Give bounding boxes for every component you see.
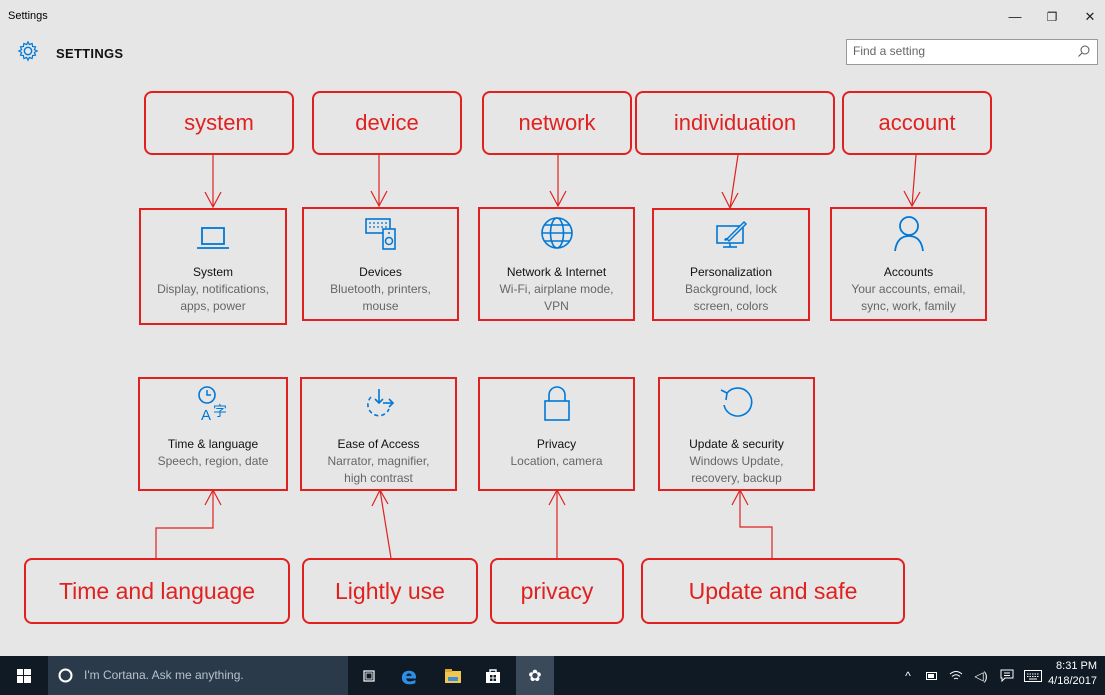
- tile-description: VPN: [544, 299, 569, 313]
- edge-icon[interactable]: e: [392, 656, 426, 695]
- tile-title: Privacy: [536, 437, 577, 451]
- start-button[interactable]: [0, 656, 48, 695]
- annotation-account: account: [842, 91, 992, 155]
- tile-description: Display, notifications,: [157, 282, 269, 296]
- tile-description: Narrator, magnifier,: [327, 454, 430, 468]
- tile-description: Speech, region, date: [157, 454, 269, 468]
- svg-text:字: 字: [213, 404, 227, 420]
- tile-description: Wi-Fi, airplane mode,: [499, 282, 614, 296]
- tile-update-security[interactable]: Update & security Windows Update, recove…: [658, 377, 815, 491]
- tile-title: Network & Internet: [506, 265, 607, 279]
- tile-description: high contrast: [344, 471, 413, 485]
- keyboard-speaker-icon: [364, 218, 396, 250]
- ease-of-access-icon: [366, 389, 394, 417]
- task-view-icon[interactable]: [354, 656, 384, 695]
- tile-personalization[interactable]: Personalization Background, lock screen,…: [652, 208, 810, 321]
- tile-title: Personalization: [689, 265, 773, 279]
- tile-title: Accounts: [883, 265, 934, 279]
- annotation-network: network: [482, 91, 632, 155]
- tile-title: Update & security: [689, 437, 784, 451]
- svg-text:A: A: [201, 407, 211, 423]
- tile-title: System: [192, 265, 233, 279]
- tile-title: Time & language: [167, 437, 259, 451]
- keyboard-icon[interactable]: [1020, 656, 1046, 695]
- tile-devices[interactable]: Devices Bluetooth, printers, mouse: [302, 207, 459, 321]
- store-icon[interactable]: [476, 656, 510, 695]
- annotation-lightly-use: Lightly use: [302, 558, 478, 624]
- tile-description: screen, colors: [693, 299, 769, 313]
- tile-description: apps, power: [180, 299, 246, 313]
- tile-description: Bluetooth, printers,: [330, 282, 431, 296]
- clock-time: 8:31 PM: [1056, 660, 1097, 672]
- tile-description: recovery, backup: [691, 471, 782, 485]
- file-explorer-icon[interactable]: [436, 656, 470, 695]
- tile-privacy[interactable]: Privacy Location, camera: [478, 377, 635, 491]
- battery-icon[interactable]: [922, 656, 942, 695]
- time-language-icon: A 字: [198, 386, 227, 423]
- tile-description: sync, work, family: [861, 299, 956, 313]
- tile-description: Your accounts, email,: [851, 282, 966, 296]
- action-center-icon[interactable]: [996, 656, 1018, 695]
- annotation-update-and-safe: Update and safe: [641, 558, 905, 624]
- taskbar: I'm Cortana. Ask me anything. e ✿ ^ ◁) 8…: [0, 656, 1105, 695]
- lock-icon: [543, 386, 570, 421]
- tile-accounts[interactable]: Accounts Your accounts, email, sync, wor…: [830, 207, 987, 321]
- wifi-icon[interactable]: [946, 656, 966, 695]
- tile-description: mouse: [362, 299, 399, 313]
- tile-description: Background, lock: [684, 282, 778, 296]
- cortana-search[interactable]: I'm Cortana. Ask me anything.: [48, 656, 348, 695]
- person-icon: [893, 216, 924, 252]
- tile-ease-of-access[interactable]: Ease of Access Narrator, magnifier, high…: [300, 377, 457, 491]
- laptop-icon: [197, 227, 229, 249]
- annotation-privacy: privacy: [490, 558, 624, 624]
- tile-title: Ease of Access: [337, 437, 420, 451]
- settings-icon: ✿: [528, 667, 542, 685]
- volume-icon[interactable]: ◁): [970, 656, 992, 695]
- cortana-icon: [58, 668, 73, 683]
- tile-network[interactable]: Network & Internet Wi-Fi, airplane mode,…: [478, 207, 635, 321]
- paint-monitor-icon: [716, 220, 748, 248]
- annotation-individuation: individuation: [635, 91, 835, 155]
- tile-time-language[interactable]: A 字 Time & language Speech, region, date: [138, 377, 288, 491]
- tile-title: Devices: [359, 265, 402, 279]
- clock[interactable]: 8:31 PM 4/18/2017: [1048, 659, 1097, 689]
- annotation-time-and-language: Time and language: [24, 558, 290, 624]
- windows-logo-icon: [17, 668, 31, 683]
- clock-date: 4/18/2017: [1048, 675, 1097, 687]
- tile-system[interactable]: System Display, notifications, apps, pow…: [139, 208, 287, 325]
- settings-taskbar-icon[interactable]: ✿: [516, 656, 554, 695]
- tile-description: Windows Update,: [689, 454, 784, 468]
- tile-description: Location, camera: [510, 454, 603, 468]
- annotation-system: system: [144, 91, 294, 155]
- cortana-input[interactable]: I'm Cortana. Ask me anything.: [84, 668, 244, 682]
- chevron-up-icon[interactable]: ^: [898, 656, 918, 695]
- globe-icon: [540, 217, 573, 249]
- annotation-device: device: [312, 91, 462, 155]
- refresh-icon: [720, 387, 752, 417]
